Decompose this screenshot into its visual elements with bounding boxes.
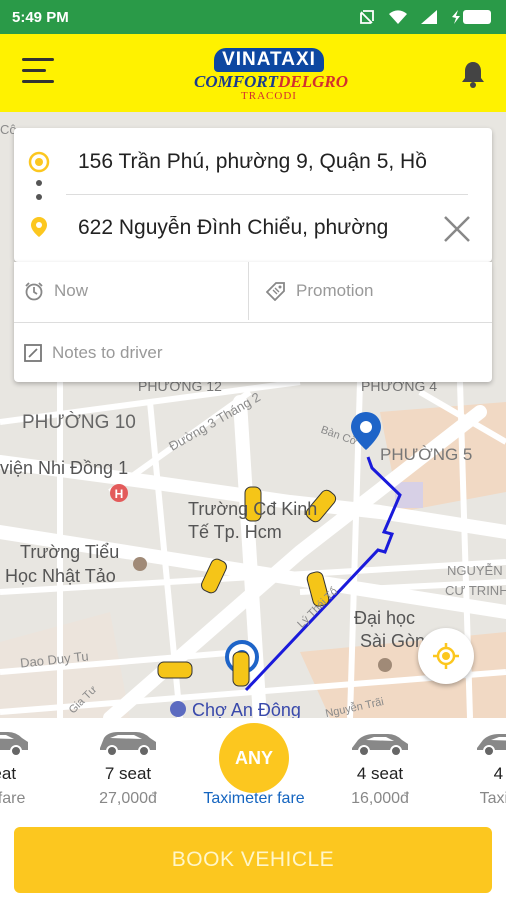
vehicle-option-partial-right[interactable]: 4 s Taxime	[440, 718, 506, 818]
status-icons	[358, 8, 494, 26]
app-logo: VINATAXI COMFORTDELGRO TRACODI	[194, 48, 348, 104]
trip-options-card: Now Promotion Notes to driver	[14, 262, 492, 382]
edit-note-icon	[24, 344, 42, 362]
book-vehicle-button[interactable]: BOOK VEHICLE	[14, 827, 492, 893]
car-icon	[100, 732, 156, 757]
map-label-nguyen-cu-trinh-2: CƯ TRINH	[445, 583, 506, 598]
book-area: BOOK VEHICLE	[0, 818, 506, 900]
wifi-icon	[389, 10, 407, 24]
map-label-nguyen-cu-trinh-1: NGUYỄN	[447, 563, 503, 578]
map-label-phuong-5: PHƯỜNG 5	[380, 445, 473, 464]
my-location-icon	[433, 643, 459, 669]
map-label-truong-tieu-hoc-2: Học Nhật Tảo	[5, 566, 116, 586]
vehicle-price: ter fare	[0, 790, 26, 807]
vehicle-option-partial-left[interactable]: seat ter fare	[0, 718, 65, 818]
pickup-location-icon	[28, 151, 50, 173]
status-bar: 5:49 PM	[0, 0, 506, 34]
options-horizontal-divider	[14, 322, 492, 323]
notes-to-driver-option[interactable]: Notes to driver	[24, 324, 484, 382]
address-divider	[66, 194, 468, 195]
promotion-label: Promotion	[296, 281, 374, 300]
dropoff-row[interactable]: 622 Nguyễn Đình Chiểu, phường	[14, 198, 492, 258]
clear-dropoff-icon[interactable]	[442, 214, 472, 244]
any-vehicle-badge[interactable]: ANY	[219, 723, 289, 793]
logo-main-text: VINATAXI	[214, 48, 324, 72]
status-time: 5:49 PM	[12, 8, 69, 26]
map-label-phuong-10: PHƯỜNG 10	[22, 412, 136, 433]
my-location-button[interactable]	[418, 628, 474, 684]
logo-comfortdelgro: COMFORTDELGRO	[194, 72, 348, 91]
options-vertical-divider	[248, 262, 249, 320]
map-label-dai-hoc-1: Đại học	[354, 608, 416, 628]
app-header: VINATAXI COMFORTDELGRO TRACODI	[0, 34, 506, 112]
rotation-lock-icon	[360, 10, 374, 24]
dropoff-pin-icon	[31, 217, 47, 237]
dropoff-address[interactable]: 622 Nguyễn Đình Chiểu, phường	[78, 216, 432, 240]
schedule-now-option[interactable]: Now	[24, 262, 246, 320]
car-icon	[477, 734, 506, 757]
vehicle-name: seat	[0, 764, 17, 783]
vehicle-price-selected: Taximeter fare	[203, 790, 305, 807]
vehicle-option-4-seat[interactable]: 4 seat 16,000đ	[315, 718, 445, 818]
notes-to-driver-label: Notes to driver	[52, 343, 163, 362]
pickup-address[interactable]: 156 Trần Phú, phường 9, Quận 5, Hồ	[78, 150, 432, 174]
car-icon	[352, 734, 408, 757]
map-label-truong-tieu-hoc-1: Trường Tiểu	[20, 542, 120, 562]
map-label-cho-an-dong: Chợ An Đông	[192, 700, 301, 718]
logo-tracodi-text: TRACODI	[241, 90, 297, 102]
logo-delgro-text: DELGRO	[278, 72, 348, 91]
vehicle-price: 16,000đ	[351, 790, 409, 807]
address-card: 156 Trần Phú, phường 9, Quận 5, Hồ 622 N…	[14, 128, 492, 262]
vehicle-name: 7 seat	[104, 764, 152, 783]
map-label-truong-cd-2: Tế Tp. Hcm	[188, 522, 282, 542]
schedule-now-label: Now	[54, 281, 89, 300]
battery-icon	[452, 10, 491, 24]
menu-button[interactable]	[22, 58, 56, 86]
menu-icon	[22, 58, 54, 61]
promo-tag-icon	[266, 282, 285, 301]
logo-comfort-text: COMFORT	[194, 72, 279, 91]
notification-bell-icon[interactable]	[460, 60, 486, 88]
vehicle-option-7-seat[interactable]: 7 seat 27,000đ	[63, 718, 193, 818]
car-icon	[0, 732, 28, 757]
alarm-clock-icon	[25, 282, 43, 301]
vehicle-name: 4 s	[493, 764, 506, 783]
map-label-truong-cd-1: Trường Cđ Kinh	[188, 499, 318, 519]
vehicle-name: 4 seat	[356, 764, 404, 783]
promotion-option[interactable]: Promotion	[266, 262, 486, 320]
svg-text:H: H	[115, 487, 124, 501]
vehicle-price: 27,000đ	[99, 790, 157, 807]
map-label-dai-hoc-2: Sài Gòn	[360, 631, 426, 651]
pickup-row[interactable]: 156 Trần Phú, phường 9, Quận 5, Hồ	[14, 132, 492, 192]
vehicle-price: Taxime	[479, 790, 506, 807]
vehicle-type-selector[interactable]: seat ter fare 7 seat 27,000đ ANY Taximet…	[0, 718, 506, 818]
map-label-vien-nhi-dong: viện Nhi Đồng 1	[0, 458, 129, 478]
signal-icon	[421, 10, 437, 24]
